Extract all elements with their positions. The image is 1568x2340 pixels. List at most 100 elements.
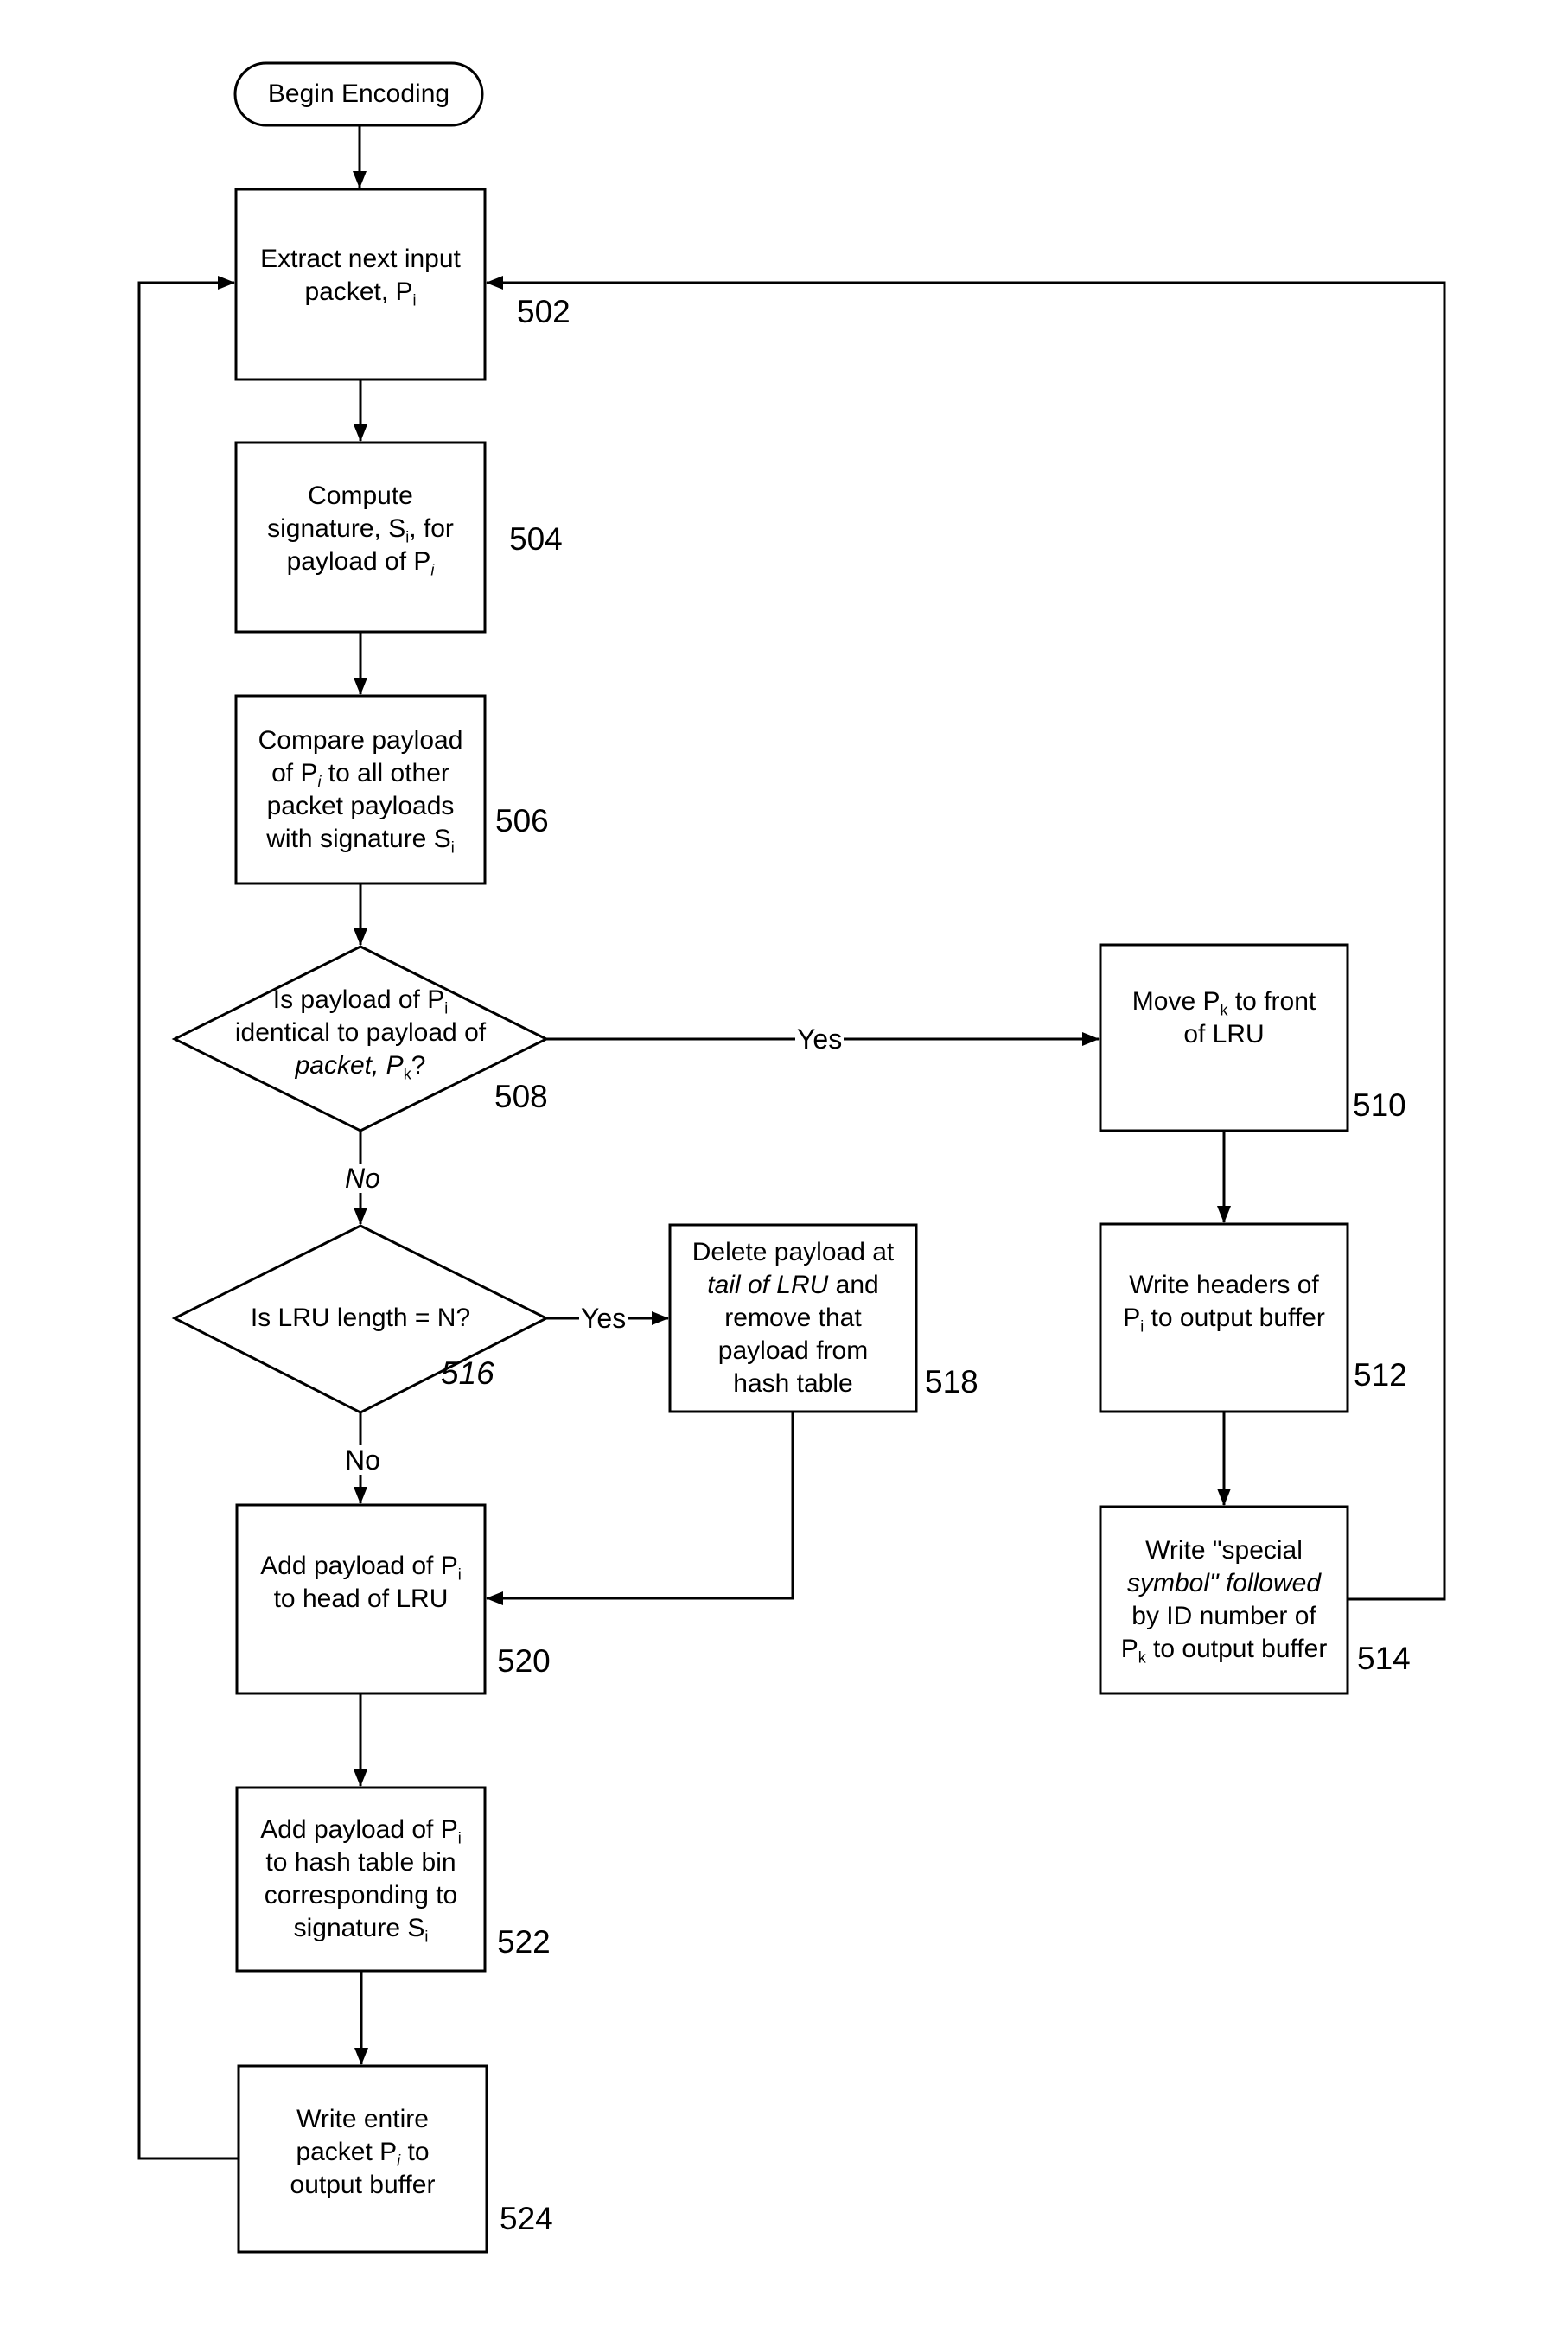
- terminator-text: Begin Encoding: [235, 63, 482, 125]
- node-label-524: Write entire packet Pi to output buffer: [290, 2103, 436, 2202]
- ref-510: 510: [1353, 1087, 1406, 1123]
- node-line: identical to payload of: [235, 1017, 486, 1049]
- subscript: i: [424, 1928, 429, 1946]
- text-run: P: [1120, 1635, 1138, 1663]
- node-line: Move Pk to front: [1132, 985, 1316, 1018]
- text-run: signature, S: [267, 514, 406, 543]
- text-run: identical to payload of: [234, 1018, 487, 1047]
- text-run: Add payload of P: [260, 1552, 458, 1580]
- node-line: packet, Pk?: [235, 1049, 486, 1082]
- text-run: symbol" followed: [1126, 1569, 1322, 1597]
- node-line: hash table: [692, 1368, 895, 1400]
- text-run: corresponding to: [264, 1881, 458, 1910]
- edge-514-return-to-502: [486, 276, 1446, 1601]
- subscript: i: [457, 1829, 462, 1847]
- node-line: to hash table bin: [260, 1846, 462, 1879]
- node-line: Write "special: [1121, 1534, 1328, 1567]
- text-run: Extract next input: [260, 245, 461, 273]
- text-run: Delete payload at: [692, 1238, 895, 1266]
- node-line: remove that: [692, 1302, 895, 1335]
- node-label-506: Compare payload of Pi to all other packet …: [258, 724, 463, 856]
- text-run: remove that: [724, 1304, 862, 1332]
- subscript: i: [444, 999, 449, 1017]
- node-label-508: Is payload of Pi identical to payload of p…: [235, 984, 486, 1082]
- node-line: Pk to output buffer: [1121, 1633, 1328, 1666]
- subscript: k: [403, 1065, 411, 1083]
- subscript: i: [430, 561, 435, 579]
- text-run: , for: [409, 514, 454, 543]
- text-run: Compare payload: [258, 725, 463, 755]
- node-label-512: Write headers of Pi to output buffer: [1123, 1269, 1325, 1335]
- node-text-522: Add payload of Pi to hash table bin corres…: [237, 1788, 485, 1971]
- text-run: payload from: [717, 1336, 869, 1365]
- node-text-520: Add payload of Pi to head of LRU: [237, 1505, 485, 1661]
- node-line: corresponding to: [260, 1879, 462, 1912]
- text-run: to all other: [321, 758, 449, 787]
- node-text-504: Compute signature, Si, for payload of Pi: [236, 443, 485, 615]
- node-line: Add payload of Pi: [260, 1550, 462, 1583]
- text-run: Add payload of P: [260, 1815, 458, 1844]
- text-run: by ID number of: [1131, 1602, 1316, 1630]
- node-label-502: Extract next input packet, Pi: [260, 243, 461, 309]
- node-line: payload from: [692, 1335, 895, 1368]
- text-run: Compute: [308, 481, 413, 510]
- node-line: Extract next input: [260, 243, 461, 276]
- text-run: Write "special: [1145, 1536, 1303, 1565]
- text-run: to front: [1227, 987, 1316, 1016]
- node-line: symbol" followed: [1121, 1567, 1328, 1600]
- text-run: of P: [271, 758, 318, 787]
- node-label-504: Compute signature, Si, for payload of Pi: [267, 480, 454, 578]
- node-line: signature Si: [260, 1912, 462, 1945]
- ref-506: 506: [495, 803, 549, 838]
- node-text-524: Write entire packet Pi to output buffer: [239, 2066, 487, 2239]
- ref-514: 514: [1357, 1641, 1411, 1676]
- node-label-520: Add payload of Pi to head of LRU: [260, 1550, 462, 1616]
- node-line: Write entire: [290, 2103, 436, 2136]
- node-text-512: Write headers of Pi to output buffer: [1100, 1224, 1348, 1380]
- text-run: P: [1123, 1304, 1141, 1332]
- subscript: i: [412, 291, 417, 309]
- text-run: payload of P: [286, 547, 431, 576]
- text-run: Write headers of: [1129, 1271, 1319, 1299]
- text-run: with signature S: [266, 824, 451, 853]
- node-line: of Pi to all other: [258, 757, 463, 790]
- subscript: i: [457, 1565, 462, 1584]
- text-run: packet P: [296, 2138, 398, 2166]
- edge-518-to-520: [486, 1412, 794, 1605]
- node-text-508: Is payload of Pi identical to payload of p…: [175, 947, 546, 1119]
- text-run: tail of LRU: [707, 1271, 829, 1299]
- node-line: to head of LRU: [260, 1583, 462, 1616]
- subscript: k: [1138, 1648, 1146, 1667]
- node-line: Pi to output buffer: [1123, 1302, 1325, 1335]
- text-run: ?: [411, 1051, 426, 1080]
- text-run: signature S: [293, 1914, 425, 1942]
- text-run: Is LRU length = N?: [250, 1304, 471, 1332]
- edge-label-no-516: No: [343, 1444, 382, 1476]
- ref-520: 520: [497, 1643, 551, 1679]
- node-label-510: Move Pk to front of LRU: [1132, 985, 1316, 1051]
- ref-518: 518: [925, 1364, 978, 1400]
- node-line: packet payloads: [258, 790, 463, 823]
- edge-label-yes-508: Yes: [795, 1023, 845, 1055]
- node-line: Add payload of Pi: [260, 1814, 462, 1846]
- node-line: by ID number of: [1121, 1600, 1328, 1633]
- text-run: Is payload of P: [272, 985, 445, 1014]
- text-run: packet payloads: [266, 791, 455, 820]
- subscript: k: [1220, 1001, 1228, 1019]
- node-line: Write headers of: [1123, 1269, 1325, 1302]
- text-run: and: [828, 1271, 879, 1299]
- text-run: packet, P: [295, 1051, 404, 1080]
- node-text-510: Move Pk to front of LRU: [1100, 945, 1348, 1092]
- text-run: Move P: [1131, 987, 1221, 1016]
- text-run: to output buffer: [1144, 1304, 1325, 1332]
- text-run: output buffer: [290, 2171, 436, 2199]
- edge-label-yes-516: Yes: [579, 1303, 628, 1334]
- ref-508: 508: [494, 1079, 548, 1114]
- text-run: packet, P: [304, 277, 413, 306]
- text-run: Write entire: [296, 2105, 429, 2133]
- node-label-522: Add payload of Pi to hash table bin corres…: [260, 1814, 462, 1945]
- node-label-518: Delete payload at tail of LRU and remove t…: [692, 1236, 895, 1400]
- node-label-514: Write "special symbol" followed by ID numb…: [1121, 1534, 1328, 1666]
- node-line: of LRU: [1132, 1018, 1316, 1051]
- node-line: packet, Pi: [260, 276, 461, 309]
